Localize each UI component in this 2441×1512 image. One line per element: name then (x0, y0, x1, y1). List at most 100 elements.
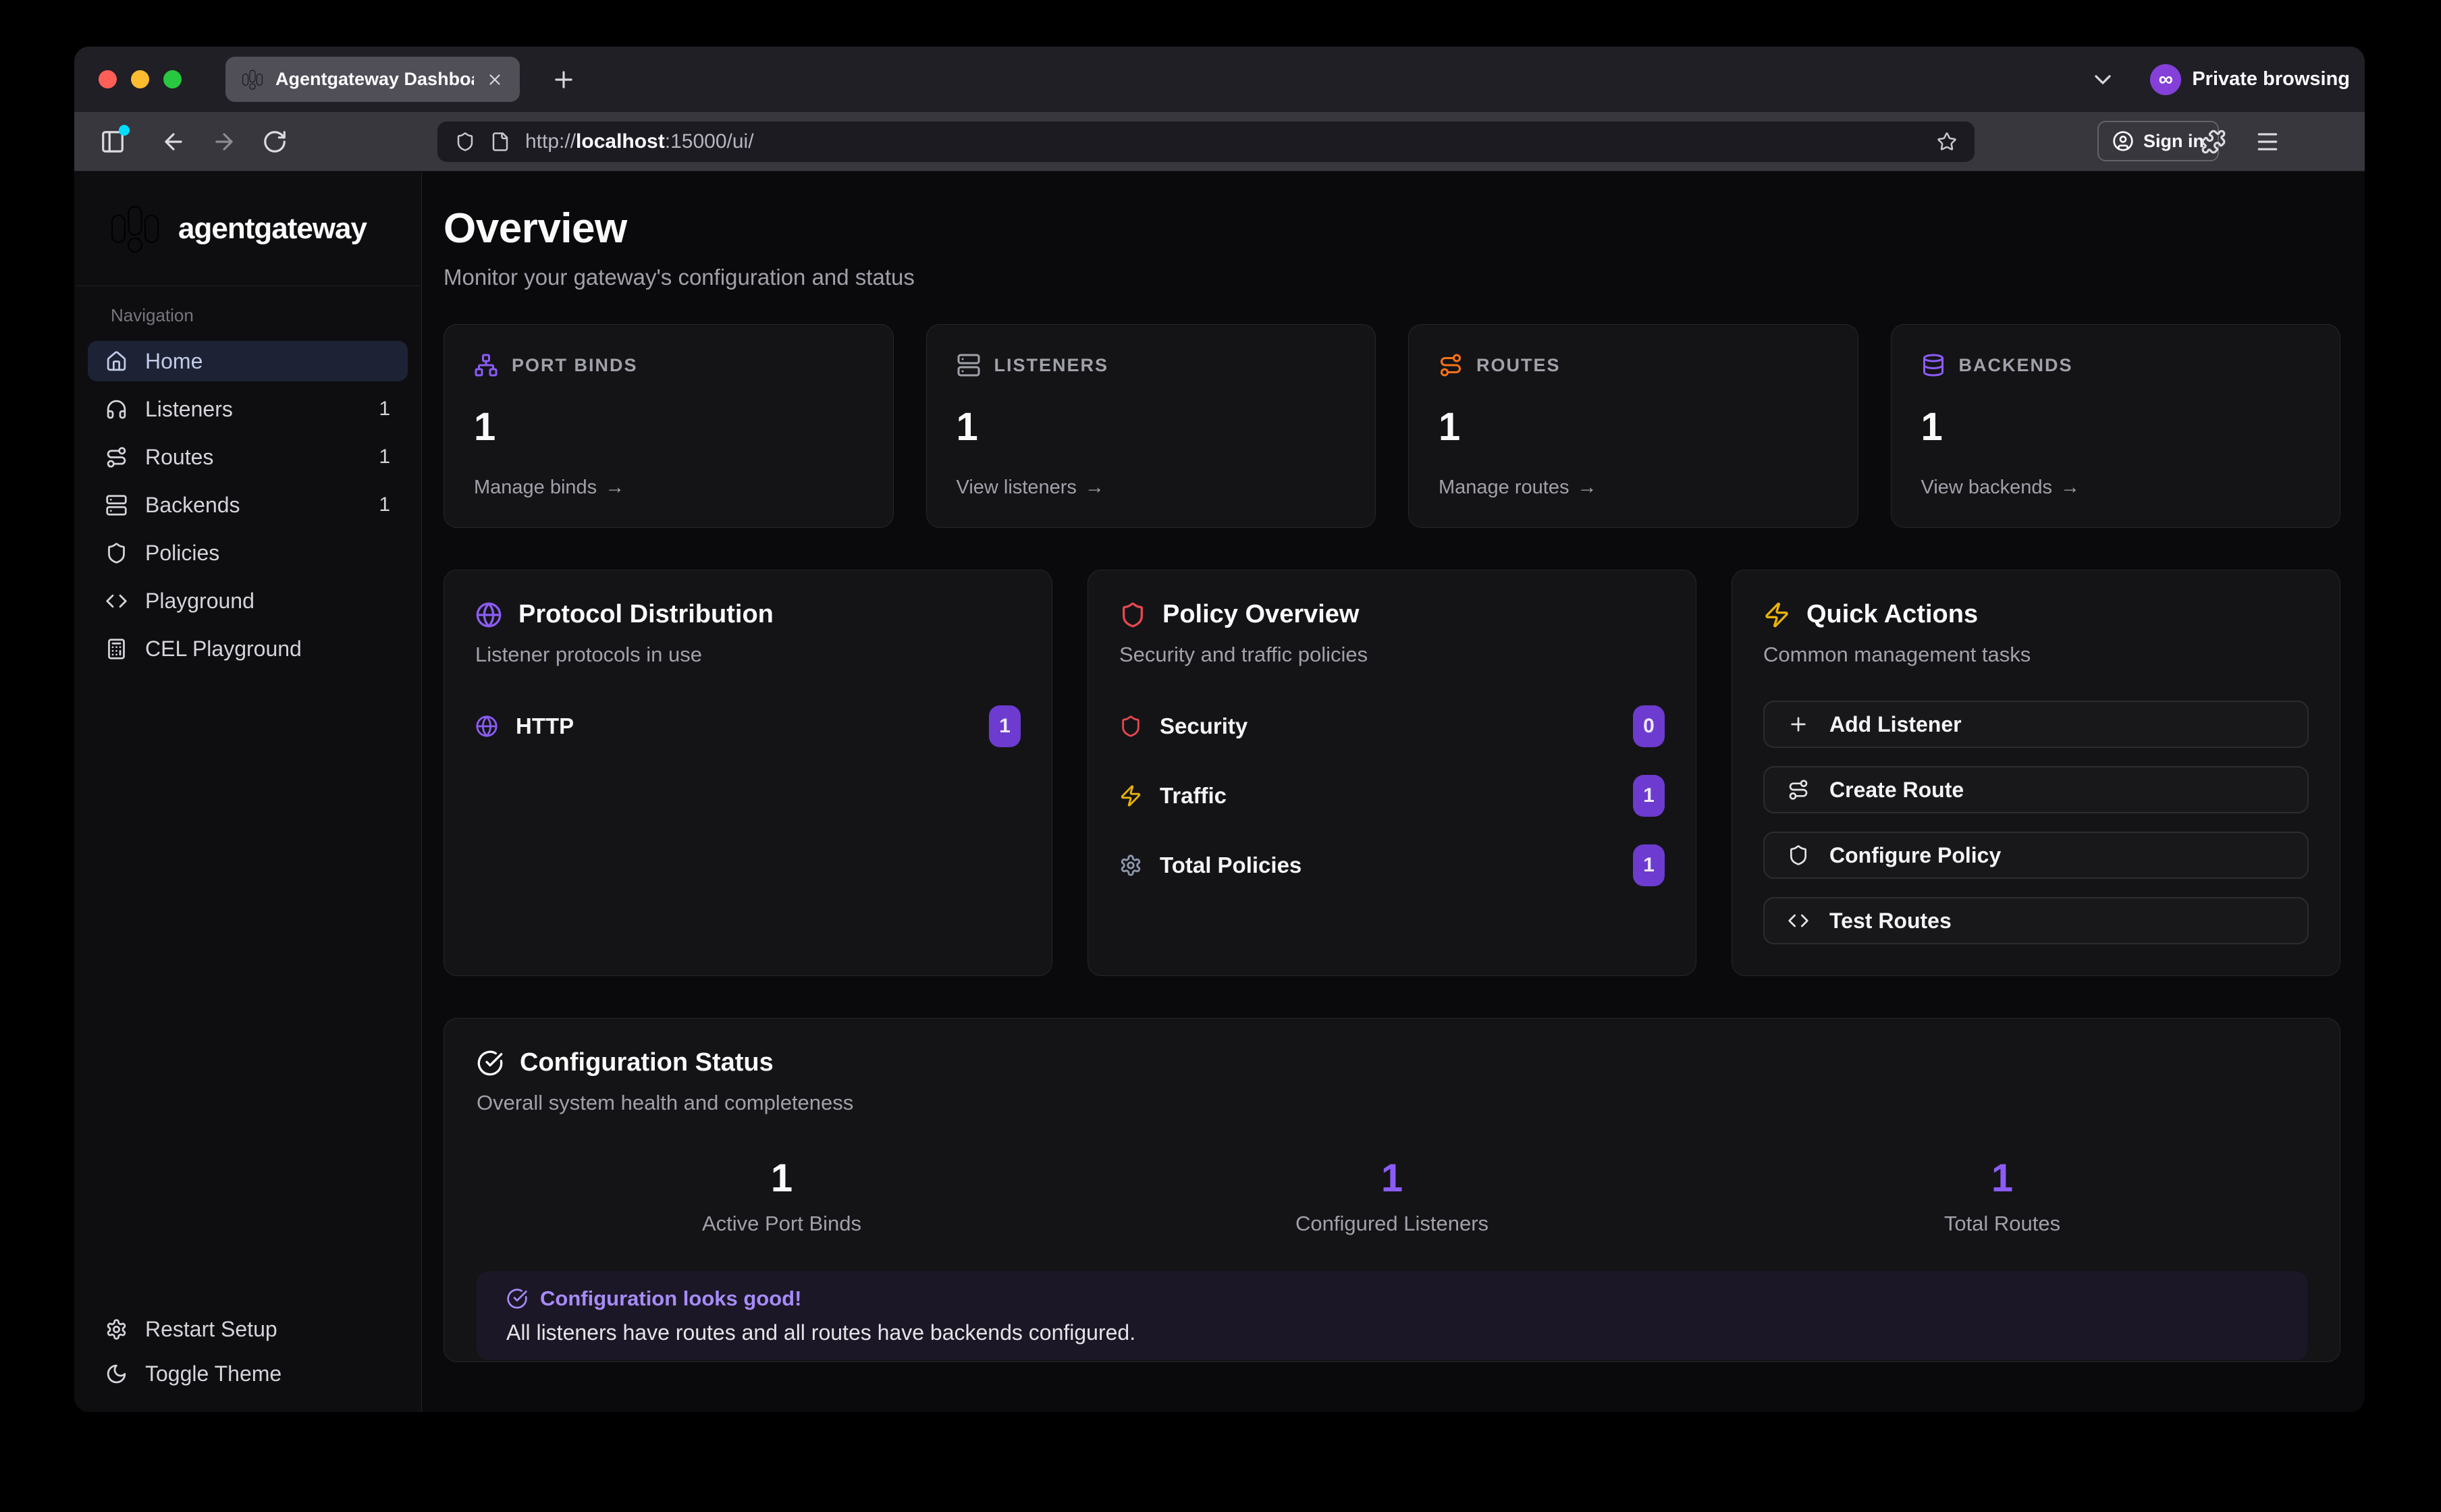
close-window-button[interactable] (99, 70, 117, 88)
app-content: agentgateway Navigation Home Listeners 1… (74, 172, 2365, 1412)
sidebar-item-backends[interactable]: Backends 1 (88, 485, 408, 525)
manage-binds-link[interactable]: Manage binds→ (474, 477, 863, 499)
card-subtitle: Security and traffic policies (1119, 643, 1665, 667)
configure-policy-button[interactable]: Configure Policy (1763, 832, 2309, 879)
protocol-label: HTTP (516, 713, 574, 739)
globe-icon (475, 601, 502, 628)
card-subtitle: Overall system health and completeness (477, 1091, 2307, 1115)
stat-card-routes: ROUTES 1 Manage routes→ (1408, 324, 1858, 528)
maximize-window-button[interactable] (163, 70, 182, 88)
code-icon (105, 590, 128, 612)
gear-icon (105, 1318, 128, 1341)
tab-favicon-agentgateway-icon (242, 69, 263, 90)
plus-icon (1788, 713, 1809, 735)
sidebar-toggle-button[interactable] (100, 129, 126, 155)
manage-routes-link[interactable]: Manage routes→ (1439, 477, 1828, 499)
card-subtitle: Listener protocols in use (475, 643, 1021, 667)
back-button[interactable] (161, 129, 186, 155)
view-listeners-link[interactable]: View listeners→ (957, 477, 1346, 499)
count-badge: 1 (1633, 844, 1665, 886)
status-banner: Configuration looks good! All listeners … (477, 1271, 2307, 1360)
extensions-puzzle-icon[interactable] (2201, 129, 2226, 155)
protocol-distribution-card: Protocol Distribution Listener protocols… (444, 570, 1052, 976)
app-sidebar: agentgateway Navigation Home Listeners 1… (74, 172, 422, 1412)
sidebar-item-label: Home (145, 349, 203, 374)
page-info-icon[interactable] (490, 132, 510, 152)
code-icon (1788, 910, 1809, 932)
card-title: Policy Overview (1162, 600, 1360, 629)
bookmark-star-icon[interactable] (1937, 132, 1957, 152)
stat-card-port-binds: PORT BINDS 1 Manage binds→ (444, 324, 894, 528)
sidebar-item-label: Policies (145, 541, 219, 566)
zap-icon (1119, 784, 1142, 807)
tracking-protection-shield-icon[interactable] (455, 132, 475, 152)
circle-check-icon (506, 1288, 528, 1310)
add-listener-button[interactable]: Add Listener (1763, 701, 2309, 748)
route-icon (105, 446, 128, 468)
test-routes-button[interactable]: Test Routes (1763, 897, 2309, 944)
tab-title: Agentgateway Dashboard (275, 69, 474, 90)
shield-icon (105, 542, 128, 564)
shield-icon (1119, 715, 1142, 738)
sidebar-item-count: 1 (379, 446, 390, 468)
notification-dot (119, 125, 130, 136)
count-badge: 0 (1633, 705, 1665, 747)
browser-tab[interactable]: Agentgateway Dashboard (225, 57, 520, 102)
new-tab-button[interactable] (551, 47, 576, 112)
tab-close-icon[interactable] (486, 71, 504, 88)
moon-icon (105, 1363, 128, 1385)
sign-in-label: Sign in (2143, 131, 2204, 152)
route-icon (1439, 353, 1463, 377)
gear-icon (1119, 854, 1142, 877)
nav-section-label: Navigation (88, 305, 408, 326)
private-browsing-label: Private browsing (2192, 68, 2350, 90)
metric-active-port-binds: 1 Active Port Binds (477, 1156, 1087, 1236)
reload-button[interactable] (262, 129, 288, 155)
url-host: localhost (576, 130, 665, 153)
toggle-theme-button[interactable]: Toggle Theme (88, 1351, 408, 1396)
menu-hamburger-icon[interactable] (2255, 129, 2280, 155)
cards-row: Protocol Distribution Listener protocols… (444, 570, 2340, 976)
tab-list-dropdown-button[interactable] (2089, 47, 2116, 112)
metric-value: 1 (1697, 1156, 2307, 1201)
count-badge: 1 (1633, 775, 1665, 817)
browser-window: Agentgateway Dashboard ∞ Private browsin… (74, 47, 2365, 1412)
globe-icon (475, 715, 498, 738)
plus-icon (551, 67, 576, 92)
private-browsing-badge: ∞ Private browsing (2150, 47, 2350, 112)
policy-label: Traffic (1160, 783, 1227, 809)
status-metrics: 1 Active Port Binds 1 Configured Listene… (477, 1156, 2307, 1236)
restart-setup-button[interactable]: Restart Setup (88, 1307, 408, 1351)
policy-overview-card: Policy Overview Security and traffic pol… (1088, 570, 1696, 976)
stat-card-backends: BACKENDS 1 View backends→ (1891, 324, 2341, 528)
arrow-right-icon: → (605, 477, 624, 499)
forward-button[interactable] (211, 129, 237, 155)
page-subtitle: Monitor your gateway's configuration and… (444, 265, 2340, 290)
minimize-window-button[interactable] (131, 70, 149, 88)
card-title: Quick Actions (1806, 600, 1978, 629)
sidebar-item-listeners[interactable]: Listeners 1 (88, 389, 408, 429)
window-controls (99, 47, 182, 112)
policy-row-security: Security 0 (1119, 705, 1665, 748)
protocol-row-http: HTTP 1 (475, 705, 1021, 748)
create-route-button[interactable]: Create Route (1763, 766, 2309, 813)
browser-tab-bar: Agentgateway Dashboard ∞ Private browsin… (74, 47, 2365, 112)
view-backends-link[interactable]: View backends→ (1921, 477, 2311, 499)
sidebar-item-playground[interactable]: Playground (88, 580, 408, 621)
sidebar-item-policies[interactable]: Policies (88, 533, 408, 573)
sidebar-item-routes[interactable]: Routes 1 (88, 437, 408, 477)
stat-label: LISTENERS (994, 355, 1109, 376)
stat-label: ROUTES (1476, 355, 1561, 376)
banner-message: All listeners have routes and all routes… (506, 1320, 2278, 1345)
url-bar[interactable]: http://localhost:15000/ui/ (437, 122, 1975, 162)
sidebar-item-count: 1 (379, 398, 390, 421)
stat-label: PORT BINDS (512, 355, 638, 376)
sidebar-item-home[interactable]: Home (88, 341, 408, 381)
shield-icon (1119, 601, 1146, 628)
sidebar-item-count: 1 (379, 493, 390, 516)
arrow-right-icon: → (1085, 477, 1104, 499)
metric-label: Total Routes (1697, 1212, 2307, 1236)
sidebar-item-cel-playground[interactable]: CEL Playground (88, 628, 408, 669)
arrow-right-icon: → (2060, 477, 2080, 499)
stat-value: 1 (474, 404, 863, 450)
